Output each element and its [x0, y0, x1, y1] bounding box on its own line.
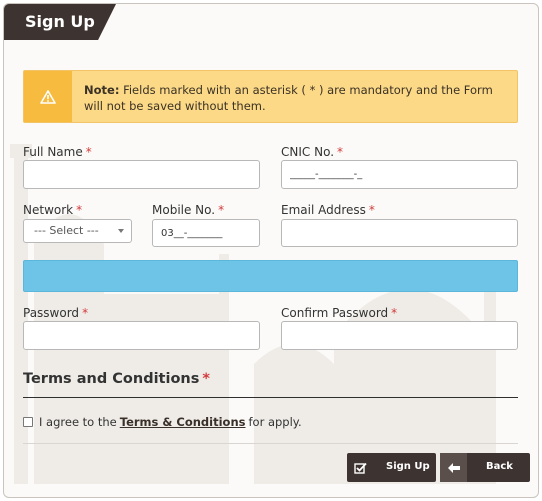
- required-asterisk: *: [218, 203, 225, 217]
- email-input[interactable]: [281, 219, 518, 247]
- warning-icon: [40, 89, 56, 104]
- network-label: Network *: [23, 203, 83, 217]
- network-select[interactable]: --- Select ---: [23, 219, 132, 243]
- network-selected-value: --- Select ---: [34, 224, 99, 237]
- note-text: Note: Fields marked with an asterisk ( *…: [84, 82, 504, 114]
- note-icon-area: [24, 71, 72, 122]
- confirm-password-label: Confirm Password *: [281, 306, 398, 320]
- agree-checkbox[interactable]: [23, 417, 33, 427]
- signup-panel: Sign Up Note: Fields marked with an aste…: [3, 3, 539, 498]
- password-input[interactable]: [23, 321, 260, 350]
- terms-divider: [23, 397, 518, 398]
- required-asterisk: *: [82, 306, 89, 320]
- title-tab: Sign Up: [4, 4, 116, 40]
- signup-button-label: Sign Up: [386, 461, 430, 472]
- terms-heading: Terms and Conditions *: [23, 371, 210, 387]
- note-message: Fields marked with an asterisk ( * ) are…: [84, 83, 493, 113]
- confirm-password-input[interactable]: [281, 321, 518, 350]
- chevron-down-icon: [118, 229, 124, 233]
- agree-row: I agree to the Terms & Conditions for ap…: [23, 415, 302, 429]
- cnic-label: CNIC No. *: [281, 145, 344, 159]
- page-title: Sign Up: [25, 12, 95, 31]
- agree-prefix: I agree to the: [39, 415, 117, 429]
- check-square-icon: [347, 453, 374, 482]
- footer-divider: [23, 443, 518, 444]
- cnic-input[interactable]: [281, 160, 518, 189]
- password-label: Password *: [23, 306, 89, 320]
- info-bar: [23, 260, 518, 292]
- required-asterisk: *: [202, 371, 210, 387]
- required-asterisk: *: [76, 203, 83, 217]
- agree-suffix: for apply.: [248, 415, 302, 429]
- full-name-input[interactable]: [23, 160, 260, 189]
- email-label: Email Address *: [281, 203, 375, 217]
- full-name-label: Full Name *: [23, 145, 92, 159]
- mandatory-fields-note: Note: Fields marked with an asterisk ( *…: [23, 70, 518, 123]
- mobile-input[interactable]: [152, 219, 260, 247]
- required-asterisk: *: [368, 203, 375, 217]
- required-asterisk: *: [337, 145, 344, 159]
- back-button-label: Back: [486, 461, 513, 472]
- note-bold-label: Note:: [84, 83, 120, 97]
- required-asterisk: *: [85, 145, 92, 159]
- mobile-label: Mobile No. *: [152, 203, 225, 217]
- terms-link[interactable]: Terms & Conditions: [120, 415, 246, 429]
- back-button[interactable]: Back: [440, 453, 530, 482]
- arrow-left-icon: [440, 453, 467, 482]
- signup-button[interactable]: Sign Up: [347, 453, 436, 482]
- required-asterisk: *: [391, 306, 398, 320]
